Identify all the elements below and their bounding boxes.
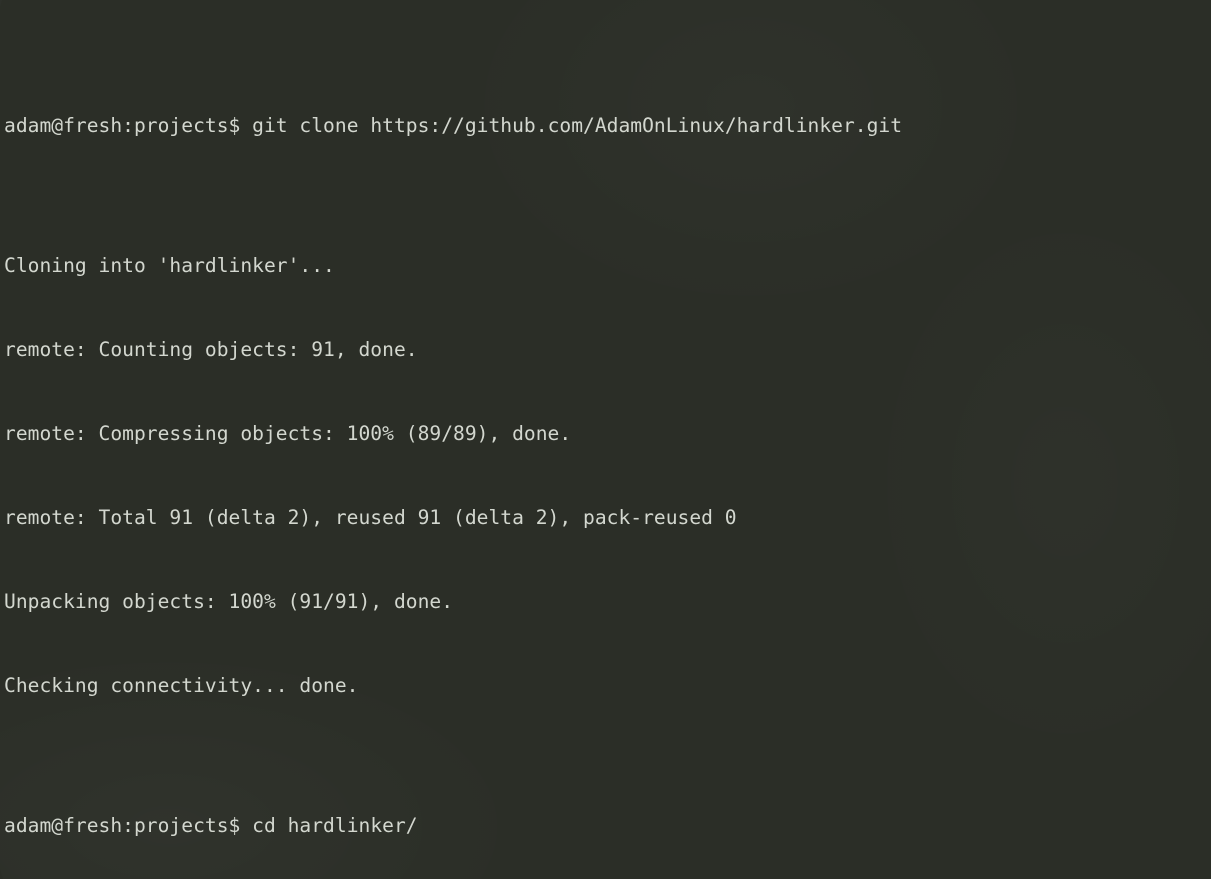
terminal-line-command-clone: adam@fresh:projects$ git clone https://g…	[4, 112, 1211, 140]
command-text: git clone https://github.com/AdamOnLinux…	[252, 114, 903, 137]
terminal-line-output: remote: Compressing objects: 100% (89/89…	[4, 422, 572, 445]
terminal-line-output: Cloning into 'hardlinker'...	[4, 254, 335, 277]
terminal-line-output: remote: Total 91 (delta 2), reused 91 (d…	[4, 506, 737, 529]
terminal-line-output: Checking connectivity... done.	[4, 674, 359, 697]
shell-prompt: adam@fresh:projects$	[4, 814, 253, 837]
terminal-line-output: Unpacking objects: 100% (91/91), done.	[4, 590, 454, 613]
command-text: cd hardlinker/	[252, 814, 418, 837]
shell-prompt: adam@fresh:projects$	[4, 114, 253, 137]
terminal-screen[interactable]: adam@fresh:projects$ git clone https://g…	[4, 0, 1211, 879]
terminal-line-output: remote: Counting objects: 91, done.	[4, 338, 418, 361]
terminal-line-command-cd: adam@fresh:projects$ cd hardlinker/	[4, 812, 1211, 840]
terminal-window[interactable]: adam@fresh:projects$ git clone https://g…	[0, 0, 1211, 879]
